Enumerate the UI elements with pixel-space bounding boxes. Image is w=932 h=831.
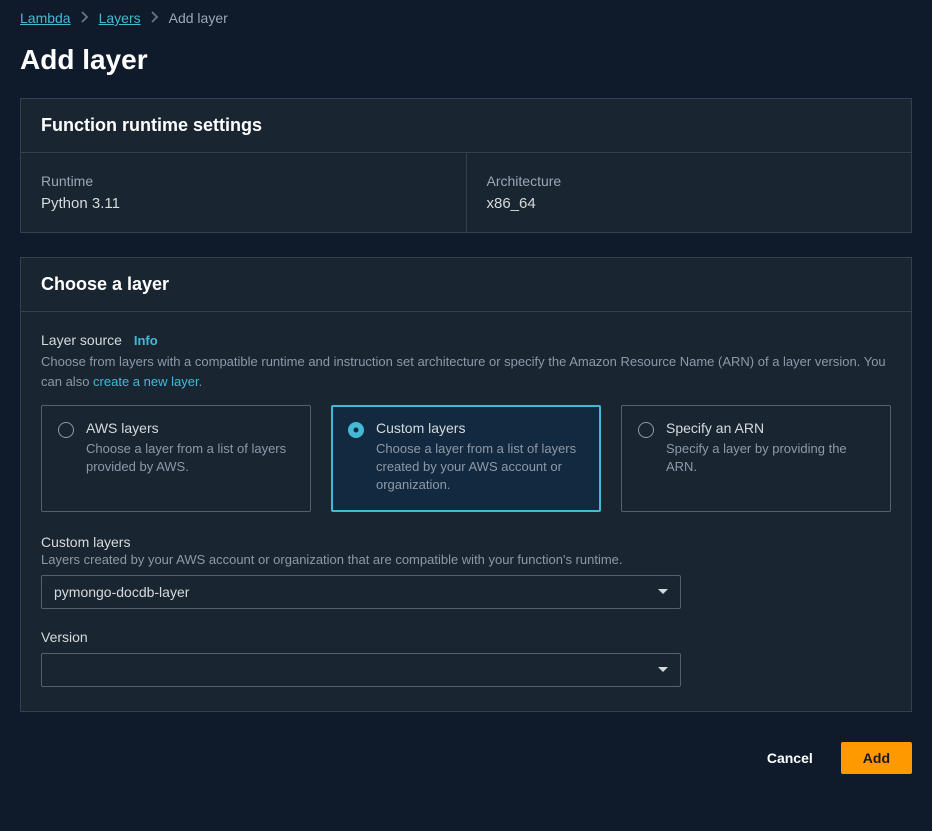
add-button[interactable]: Add — [841, 742, 912, 774]
layer-source-help: Choose from layers with a compatible run… — [41, 352, 891, 391]
architecture-label: Architecture — [487, 173, 892, 189]
radio-icon — [348, 422, 364, 438]
version-select[interactable] — [41, 653, 681, 687]
choose-layer-heading: Choose a layer — [41, 274, 891, 295]
info-link[interactable]: Info — [134, 333, 158, 348]
version-label: Version — [41, 629, 891, 645]
radio-title: Specify an ARN — [666, 420, 874, 436]
choose-layer-panel: Choose a layer Layer source Info Choose … — [20, 257, 912, 712]
runtime-field: Runtime Python 3.11 — [21, 153, 466, 232]
runtime-settings-heading: Function runtime settings — [41, 115, 891, 136]
chevron-right-icon — [151, 10, 159, 26]
custom-layers-label: Custom layers — [41, 534, 891, 550]
radio-specify-arn[interactable]: Specify an ARN Specify a layer by provid… — [621, 405, 891, 512]
page-actions: Cancel Add — [0, 736, 932, 774]
create-new-layer-link[interactable]: create a new layer — [93, 374, 199, 389]
radio-aws-layers[interactable]: AWS layers Choose a layer from a list of… — [41, 405, 311, 512]
breadcrumb-link-lambda[interactable]: Lambda — [20, 10, 71, 26]
breadcrumb-current: Add layer — [169, 10, 228, 26]
cancel-button[interactable]: Cancel — [753, 742, 827, 774]
chevron-right-icon — [81, 10, 89, 26]
breadcrumb-link-layers[interactable]: Layers — [99, 10, 141, 26]
radio-icon — [638, 422, 654, 438]
custom-layers-selected-value: pymongo-docdb-layer — [54, 584, 189, 600]
caret-down-icon — [658, 667, 668, 672]
page-title: Add layer — [0, 30, 932, 98]
custom-layers-select[interactable]: pymongo-docdb-layer — [41, 575, 681, 609]
breadcrumb: Lambda Layers Add layer — [0, 0, 932, 30]
architecture-value: x86_64 — [487, 195, 892, 212]
radio-desc: Choose a layer from a list of layers cre… — [376, 440, 584, 495]
runtime-value: Python 3.11 — [41, 195, 446, 212]
radio-title: Custom layers — [376, 420, 584, 436]
radio-icon — [58, 422, 74, 438]
architecture-field: Architecture x86_64 — [466, 153, 912, 232]
radio-desc: Specify a layer by providing the ARN. — [666, 440, 874, 476]
radio-title: AWS layers — [86, 420, 294, 436]
runtime-label: Runtime — [41, 173, 446, 189]
caret-down-icon — [658, 589, 668, 594]
layer-source-radio-group: AWS layers Choose a layer from a list of… — [41, 405, 891, 512]
radio-desc: Choose a layer from a list of layers pro… — [86, 440, 294, 476]
custom-layers-help: Layers created by your AWS account or or… — [41, 552, 891, 567]
layer-source-label: Layer source — [41, 332, 122, 348]
runtime-settings-panel: Function runtime settings Runtime Python… — [20, 98, 912, 233]
radio-custom-layers[interactable]: Custom layers Choose a layer from a list… — [331, 405, 601, 512]
